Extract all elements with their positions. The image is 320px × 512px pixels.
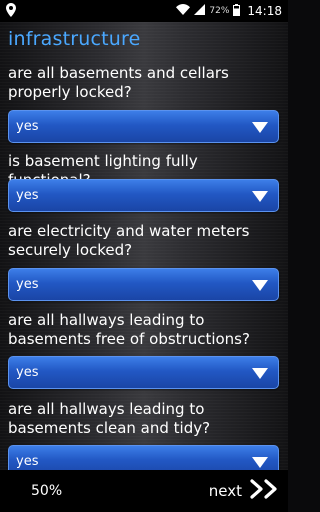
answer-dropdown[interactable]: yes — [8, 356, 279, 389]
cell-signal-icon — [194, 4, 206, 18]
selected-value: yes — [16, 119, 39, 134]
double-chevron-right-icon — [250, 479, 280, 503]
dropdown-arrow-icon — [252, 191, 268, 202]
dropdown-arrow-icon — [252, 368, 268, 379]
dropdown-arrow-icon — [252, 122, 268, 133]
selected-value: yes — [16, 454, 39, 469]
location-pin-icon — [6, 2, 16, 20]
next-label: next — [208, 482, 242, 500]
question-text: are all hallways leading to basements fr… — [8, 311, 250, 348]
next-button[interactable]: next — [209, 478, 280, 504]
answer-dropdown[interactable]: yes — [8, 445, 279, 470]
question-text: are electricity and water meters securel… — [8, 222, 250, 259]
answer-dropdown[interactable]: yes — [8, 110, 279, 143]
form-content[interactable]: infrastructure are all basements and cel… — [0, 22, 288, 470]
wifi-icon — [176, 4, 191, 18]
selected-value: yes — [16, 365, 39, 380]
selected-value: yes — [16, 277, 39, 292]
progress-indicator: 50% — [31, 483, 63, 499]
status-bar: 72% 14:18 — [0, 0, 288, 22]
dropdown-arrow-icon — [252, 457, 268, 468]
selected-value: yes — [16, 188, 39, 203]
question-text: are all basements and cellars properly l… — [8, 64, 229, 101]
question-text: are all hallways leading to basements cl… — [8, 400, 211, 437]
clock: 14:18 — [247, 4, 282, 18]
answer-dropdown[interactable]: yes — [8, 268, 279, 301]
battery-percentage: 72% — [209, 6, 230, 16]
battery-icon — [233, 3, 241, 19]
section-title: infrastructure — [8, 28, 141, 50]
bottom-bar: 50% next — [0, 470, 288, 512]
answer-dropdown[interactable]: yes — [8, 179, 279, 212]
dropdown-arrow-icon — [252, 280, 268, 291]
